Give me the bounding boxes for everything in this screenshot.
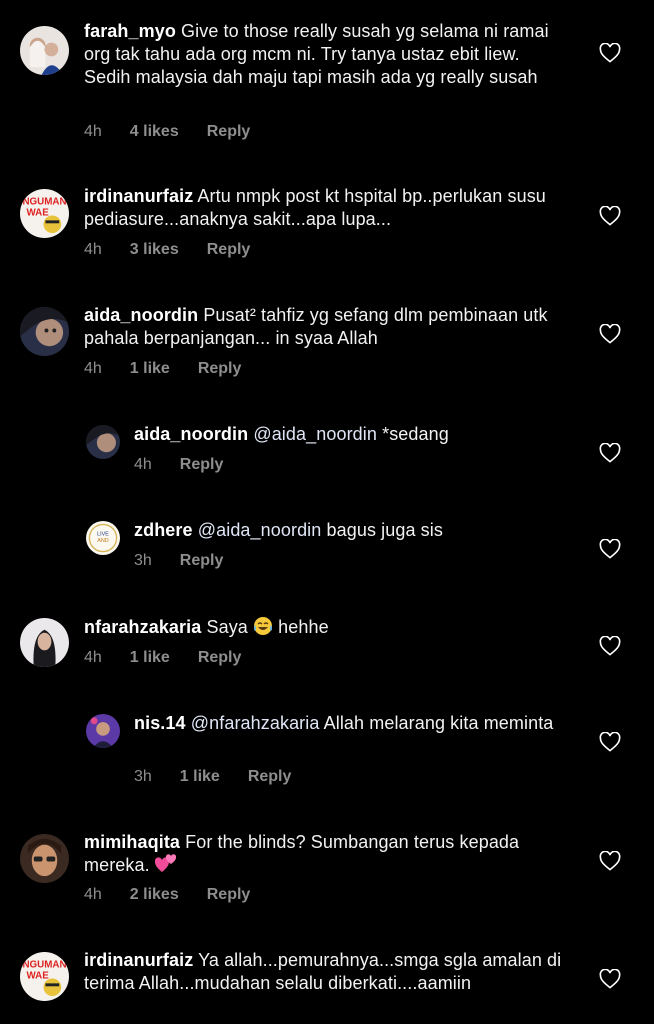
reply-button[interactable]: Reply <box>248 768 292 786</box>
likes-count[interactable]: 1 like <box>130 649 170 667</box>
heart-outline-icon[interactable] <box>599 206 621 226</box>
comment-meta: 4h 1 like Reply <box>84 649 269 667</box>
comment-meta: 4h 2 likes Reply <box>84 886 278 904</box>
avatar[interactable] <box>20 618 69 667</box>
svg-text:NGUMAN: NGUMAN <box>22 960 66 971</box>
likes-count[interactable]: 1 like <box>180 768 220 786</box>
two-hearts-emoji-icon <box>154 854 177 880</box>
comment-text: farah_myo Give to those really susah yg … <box>84 20 564 89</box>
reply-button[interactable]: Reply <box>207 123 251 141</box>
svg-text:NGUMAN: NGUMAN <box>22 197 66 208</box>
reply-button[interactable]: Reply <box>180 456 224 474</box>
timestamp: 4h <box>84 649 102 666</box>
username[interactable]: aida_noordin <box>134 424 248 444</box>
mention-link[interactable]: @aida_noordin <box>253 424 377 444</box>
avatar[interactable] <box>86 714 120 748</box>
avatar[interactable] <box>20 307 69 356</box>
svg-text:LIVE: LIVE <box>97 531 109 537</box>
reply-button[interactable]: Reply <box>198 360 242 378</box>
heart-outline-icon[interactable] <box>599 443 621 463</box>
comment-text: aida_noordin Pusat² tahfiz yg sefang dlm… <box>84 304 564 350</box>
username[interactable]: farah_myo <box>84 21 176 41</box>
reply-button[interactable]: Reply <box>207 241 251 259</box>
username[interactable]: nfarahzakaria <box>84 617 201 637</box>
heart-outline-icon[interactable] <box>599 732 621 752</box>
username[interactable]: aida_noordin <box>84 305 198 325</box>
avatar[interactable] <box>20 26 69 75</box>
tears-of-joy-emoji-icon <box>253 616 273 642</box>
comment-text: nfarahzakaria Saya hehhe <box>84 616 564 642</box>
likes-count[interactable]: 3 likes <box>130 241 179 259</box>
reply-button[interactable]: Reply <box>180 552 224 570</box>
mention-link[interactable]: @aida_noordin <box>198 520 322 540</box>
username[interactable]: irdinanurfaiz <box>84 950 193 970</box>
timestamp: 4h <box>84 886 102 903</box>
avatar[interactable]: NGUMAN WAE <box>20 952 69 1001</box>
timestamp: 4h <box>84 123 102 140</box>
svg-text:WAE: WAE <box>26 970 49 981</box>
comment-meta: 3h 1 like Reply <box>134 768 319 786</box>
comment-meta: 4h 3 likes Reply <box>84 241 278 259</box>
comment-text: irdinanurfaiz Ya allah...pemurahnya...sm… <box>84 949 564 995</box>
likes-count[interactable]: 4 likes <box>130 123 179 141</box>
reply-button[interactable]: Reply <box>198 649 242 667</box>
username[interactable]: irdinanurfaiz <box>84 186 193 206</box>
avatar[interactable] <box>20 834 69 883</box>
comment-body: *sedang <box>377 424 449 444</box>
comment-meta: 4h 4 likes Reply <box>84 123 278 141</box>
comment-meta: 4h Reply <box>134 456 251 474</box>
avatar[interactable]: LIVE AND <box>86 521 120 555</box>
timestamp: 4h <box>84 360 102 377</box>
comment-body: Allah melarang kita meminta <box>319 713 554 733</box>
svg-text:AND: AND <box>97 538 109 544</box>
timestamp: 4h <box>84 241 102 258</box>
comment-meta: 3h Reply <box>134 552 251 570</box>
comment-text: mimihaqita For the blinds? Sumbangan ter… <box>84 831 564 880</box>
comment-body-tail: hehhe <box>278 617 329 637</box>
heart-outline-icon[interactable] <box>599 43 621 63</box>
username[interactable]: nis.14 <box>134 713 186 733</box>
username[interactable]: zdhere <box>134 520 193 540</box>
reply-button[interactable]: Reply <box>207 886 251 904</box>
timestamp: 3h <box>134 768 152 785</box>
heart-outline-icon[interactable] <box>599 324 621 344</box>
comment-body: bagus juga sis <box>321 520 443 540</box>
comment-text: nis.14 @nfarahzakaria Allah melarang kit… <box>134 712 564 735</box>
comment-text: zdhere @aida_noordin bagus juga sis <box>134 519 564 542</box>
heart-outline-icon[interactable] <box>599 969 621 989</box>
comment-meta: 4h 1 like Reply <box>84 360 269 378</box>
comment-text: irdinanurfaiz Artu nmpk post kt hspital … <box>84 185 564 231</box>
timestamp: 4h <box>134 456 152 473</box>
likes-count[interactable]: 2 likes <box>130 886 179 904</box>
username[interactable]: mimihaqita <box>84 832 180 852</box>
svg-text:WAE: WAE <box>26 207 49 218</box>
mention-link[interactable]: @nfarahzakaria <box>191 713 320 733</box>
comment-text: aida_noordin @aida_noordin *sedang <box>134 423 564 446</box>
heart-outline-icon[interactable] <box>599 539 621 559</box>
likes-count[interactable]: 1 like <box>130 360 170 378</box>
heart-outline-icon[interactable] <box>599 636 621 656</box>
avatar[interactable]: NGUMAN WAE <box>20 189 69 238</box>
comment-body: Saya <box>206 617 248 637</box>
avatar[interactable] <box>86 425 120 459</box>
heart-outline-icon[interactable] <box>599 851 621 871</box>
timestamp: 3h <box>134 552 152 569</box>
